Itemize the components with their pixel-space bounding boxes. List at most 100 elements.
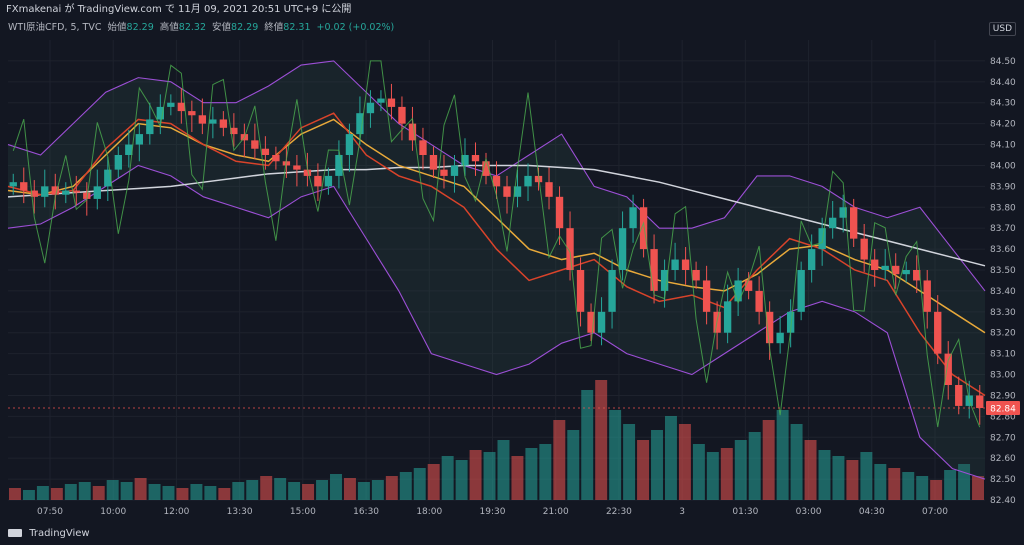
volume-bar xyxy=(441,456,454,500)
volume-bar xyxy=(218,488,231,500)
candle-body xyxy=(167,102,175,107)
y-tick-label: 83.50 xyxy=(990,266,1016,276)
volume-bar xyxy=(190,484,203,500)
volume-bar xyxy=(413,468,426,500)
candle-body xyxy=(366,102,375,114)
candle-body xyxy=(41,186,49,197)
volume-bar xyxy=(762,420,775,500)
candle-body xyxy=(314,175,322,187)
volume-bar xyxy=(706,452,719,500)
volume-bar xyxy=(106,480,119,500)
candle-body xyxy=(892,265,900,275)
candle-body xyxy=(576,270,585,312)
volume-bar xyxy=(343,478,356,500)
close-label: 終値 xyxy=(264,22,284,33)
candle-body xyxy=(503,186,511,197)
candle-body xyxy=(198,115,207,124)
y-tick-label: 84.10 xyxy=(990,141,1016,151)
volume-bar xyxy=(595,380,608,500)
volume-bar xyxy=(78,482,91,500)
y-tick-label: 83.20 xyxy=(990,329,1016,339)
chart[interactable]: 84.50 84.40 84.30 84.20 84.10 84.00 83.90 83.80… xyxy=(0,0,1024,545)
candle-body xyxy=(650,249,658,291)
volume-bar xyxy=(874,464,887,500)
y-tick-label: 84.50 xyxy=(990,57,1016,67)
volume-bar xyxy=(232,482,245,500)
volume-bar xyxy=(902,472,915,500)
volume-bar xyxy=(678,424,691,500)
candle-body xyxy=(807,249,816,270)
candle-body xyxy=(828,217,837,229)
volume-bar xyxy=(371,480,384,500)
high-label: 高値 xyxy=(159,22,179,33)
x-tick-label: 07:00 xyxy=(922,507,948,517)
volume-bar xyxy=(609,410,622,500)
x-tick-label: 13:30 xyxy=(227,507,253,517)
candle-body xyxy=(860,238,868,260)
x-tick-label: 01:30 xyxy=(732,507,758,517)
symbol-legend: WTI原油CFD, 5, TVC 始値82.29 高値82.32 安値82.29… xyxy=(8,21,397,35)
volume-bar xyxy=(455,460,468,500)
y-tick-label: 83.10 xyxy=(990,350,1016,360)
volume-bars xyxy=(9,380,984,500)
open-value: 82.29 xyxy=(126,22,154,33)
volume-bar xyxy=(637,440,650,500)
symbol-name[interactable]: WTI原油CFD, 5, TVC xyxy=(8,22,101,33)
close-value: 82.31 xyxy=(283,22,311,33)
candle-body xyxy=(114,155,122,170)
candle-body xyxy=(377,98,385,103)
volume-bar xyxy=(50,488,63,500)
candle-body xyxy=(440,169,448,176)
volume-bar xyxy=(330,474,342,500)
volume-bar xyxy=(469,450,482,500)
volume-bar xyxy=(930,480,943,500)
candle-body xyxy=(671,259,679,270)
volume-bar xyxy=(567,430,580,500)
low-label: 安値 xyxy=(212,22,232,33)
candle-body xyxy=(702,280,711,312)
candle-body xyxy=(93,186,101,199)
candle-body xyxy=(608,270,616,312)
volume-bar xyxy=(399,472,412,500)
volume-bar xyxy=(9,488,21,500)
volume-bar xyxy=(581,390,594,500)
volume-bar xyxy=(134,478,147,500)
volume-bar xyxy=(818,450,831,500)
y-tick-label: 82.50 xyxy=(990,475,1016,485)
candle-body xyxy=(934,311,942,354)
volume-bar xyxy=(427,464,440,500)
volume-bar xyxy=(22,490,35,500)
candle-body xyxy=(272,155,280,162)
candle-body xyxy=(9,182,17,187)
candle-body xyxy=(723,301,732,333)
y-tick-label: 82.40 xyxy=(990,496,1016,506)
volume-bar xyxy=(860,452,873,500)
x-tick-label: 07:50 xyxy=(37,507,63,517)
volume-bar xyxy=(553,420,566,500)
candle-body xyxy=(429,155,438,170)
candle-body xyxy=(871,259,879,270)
volume-bar xyxy=(623,424,636,500)
candle-body xyxy=(597,311,606,333)
x-tick-label: 18:00 xyxy=(416,507,442,517)
volume-bar xyxy=(651,430,663,500)
candle-body xyxy=(881,265,889,270)
y-tick-label: 82.60 xyxy=(990,454,1016,464)
candle-body xyxy=(555,196,564,229)
candle-body xyxy=(681,259,690,270)
candle-body xyxy=(261,148,270,155)
volume-bar xyxy=(176,488,189,500)
y-tick-label: 83.60 xyxy=(990,245,1016,255)
volume-bar xyxy=(511,456,524,500)
volume-bar xyxy=(302,484,315,500)
candle-body xyxy=(177,102,186,112)
y-tick-label: 84.30 xyxy=(990,99,1016,109)
currency-badge[interactable]: USD xyxy=(988,22,1016,36)
candle-body xyxy=(251,140,259,149)
volume-bar xyxy=(288,482,301,500)
y-tick-label: 83.70 xyxy=(990,224,1016,234)
y-tick-label: 84.00 xyxy=(990,161,1016,171)
x-tick-label: 12:00 xyxy=(163,507,189,517)
y-tick-label: 83.80 xyxy=(990,203,1016,213)
candle-body xyxy=(398,106,406,124)
